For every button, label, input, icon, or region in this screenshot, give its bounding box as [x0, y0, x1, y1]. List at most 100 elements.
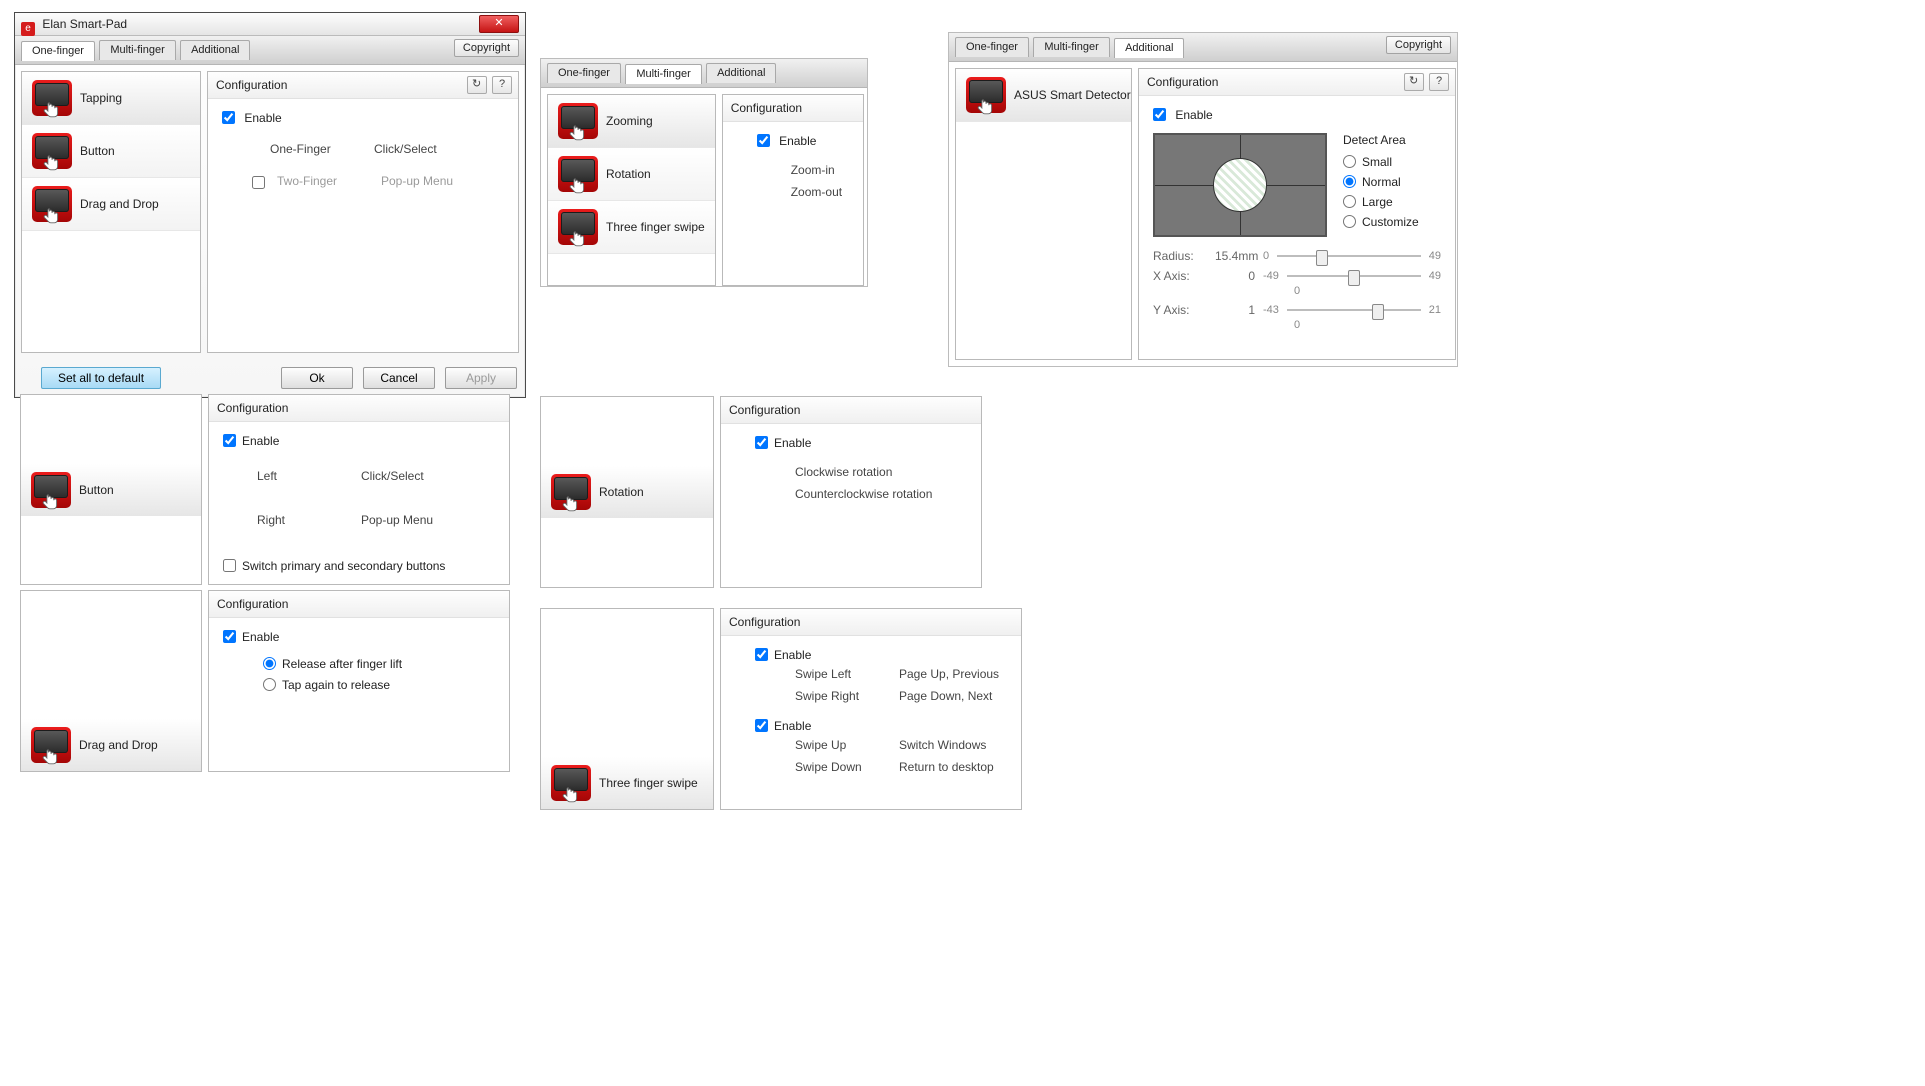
list-item-label: Rotation [606, 167, 651, 181]
config-title: Configuration [729, 615, 800, 629]
tab-multi-finger[interactable]: Multi-finger [99, 40, 175, 60]
ok-button[interactable]: Ok [281, 367, 353, 389]
help-icon[interactable]: ? [1429, 73, 1449, 91]
xaxis-slider[interactable]: X Axis: 0 -49 49 [1153, 269, 1441, 283]
list-item-smartdetector[interactable]: ASUS Smart Detector [956, 69, 1131, 122]
config-row: One-Finger Click/Select [222, 138, 504, 160]
touchpad-icon [966, 77, 1006, 113]
config-row: Swipe LeftPage Up, Previous [735, 663, 1007, 685]
radio-small[interactable]: Small [1343, 153, 1419, 170]
config-row: Clockwise rotation [735, 461, 967, 483]
touchpad-icon [31, 727, 71, 763]
config-row: Zoom-out [737, 181, 849, 203]
config-title: Configuration [1147, 75, 1218, 89]
list-item-button[interactable]: Button [21, 464, 201, 516]
list-item-tapping[interactable]: Tapping [22, 72, 200, 125]
list-item-label: Zooming [606, 114, 653, 128]
yaxis-slider[interactable]: Y Axis: 1 -43 21 [1153, 303, 1441, 317]
tab-multi-finger[interactable]: Multi-finger [625, 64, 701, 84]
enable-checkbox[interactable]: Enable [737, 132, 849, 149]
enable-checkbox[interactable]: Enable [735, 434, 967, 451]
button-config-panel: Button Configuration Enable LeftClick/Se… [20, 394, 510, 585]
config-title: Configuration [217, 401, 288, 415]
config-row: RightPop-up Menu [223, 509, 495, 531]
list-item-threeswipe[interactable]: Three finger swipe [548, 201, 715, 254]
detect-area-title: Detect Area [1343, 133, 1419, 147]
tab-one-finger[interactable]: One-finger [955, 37, 1029, 57]
touchpad-icon [551, 765, 591, 801]
enable-checkbox[interactable]: Enable [223, 630, 279, 644]
enable-checkbox[interactable]: Enable [223, 434, 279, 448]
list-item-label: Three finger swipe [606, 220, 705, 234]
feature-list: Tapping Button Drag and Drop [21, 71, 201, 353]
copyright-button[interactable]: Copyright [1386, 36, 1451, 54]
enable-checkbox[interactable]: Enable [735, 646, 1007, 663]
list-item-dragdrop[interactable]: Drag and Drop [22, 178, 200, 231]
config-title: Configuration [216, 78, 287, 92]
help-icon[interactable]: ? [492, 76, 512, 94]
rotation-config-panel: Rotation Configuration Enable Clockwise … [540, 396, 982, 588]
config-row: Two-Finger Pop-up Menu [222, 170, 504, 195]
reload-icon[interactable]: ↻ [467, 76, 487, 94]
cancel-button[interactable]: Cancel [363, 367, 435, 389]
list-item-zooming[interactable]: Zooming [548, 95, 715, 148]
radio-normal[interactable]: Normal [1343, 173, 1419, 190]
list-item-rotation[interactable]: Rotation [548, 148, 715, 201]
list-item-dragdrop[interactable]: Drag and Drop [21, 719, 201, 771]
config-row: Swipe UpSwitch Windows [735, 734, 1007, 756]
touchpad-icon [31, 472, 71, 508]
app-icon: e [21, 22, 35, 36]
copyright-button[interactable]: Copyright [454, 39, 519, 57]
configuration-panel: Configuration ↻ ? Enable One-Finger Clic… [207, 71, 519, 353]
list-item-label: Drag and Drop [80, 197, 159, 211]
list-item-label: ASUS Smart Detector [1014, 88, 1131, 102]
list-item-label: Three finger swipe [599, 776, 698, 790]
list-item-threeswipe[interactable]: Three finger swipe [541, 757, 713, 809]
touchpad-icon [32, 80, 72, 116]
enable-checkbox[interactable]: Enable [735, 717, 1007, 734]
tab-additional[interactable]: Additional [1114, 38, 1184, 58]
radio-release-lift[interactable]: Release after finger lift [263, 655, 495, 672]
tab-one-finger[interactable]: One-finger [21, 41, 95, 61]
radius-slider[interactable]: Radius: 15.4mm 0 49 [1153, 249, 1441, 263]
close-icon[interactable] [479, 15, 519, 33]
radio-tap-release[interactable]: Tap again to release [263, 676, 495, 693]
enable-checkbox[interactable]: Enable [1153, 108, 1213, 122]
apply-button[interactable]: Apply [445, 367, 517, 389]
list-item-label: Button [80, 144, 115, 158]
additional-window: One-finger Multi-finger Additional Copyr… [948, 32, 1458, 367]
tab-additional[interactable]: Additional [180, 40, 250, 60]
touchpad-icon [558, 209, 598, 245]
enable-checkbox[interactable]: Enable [222, 111, 282, 125]
list-item-label: Button [79, 483, 114, 497]
config-title: Configuration [731, 101, 802, 115]
tabstrip: One-finger Multi-finger Additional Copyr… [15, 36, 525, 65]
config-row: LeftClick/Select [223, 465, 495, 487]
dragdrop-config-panel: Drag and Drop Configuration Enable Relea… [20, 590, 510, 772]
touchpad-icon [32, 133, 72, 169]
reload-icon[interactable]: ↻ [1404, 73, 1424, 91]
touchpad-icon [558, 156, 598, 192]
list-item-label: Tapping [80, 91, 122, 105]
config-row: Zoom-in [737, 159, 849, 181]
set-default-button[interactable]: Set all to default [41, 367, 161, 389]
tab-additional[interactable]: Additional [706, 63, 776, 83]
detect-area-preview [1153, 133, 1327, 237]
list-item-label: Drag and Drop [79, 738, 158, 752]
config-row: Swipe DownReturn to desktop [735, 756, 1007, 778]
radio-customize[interactable]: Customize [1343, 213, 1419, 230]
config-row: Counterclockwise rotation [735, 483, 967, 505]
switch-buttons-checkbox[interactable]: Switch primary and secondary buttons [223, 557, 495, 574]
window-title: Elan Smart-Pad [42, 17, 127, 31]
touchpad-icon [551, 474, 591, 510]
tab-one-finger[interactable]: One-finger [547, 63, 621, 83]
radio-large[interactable]: Large [1343, 193, 1419, 210]
list-item-button[interactable]: Button [22, 125, 200, 178]
titlebar: e Elan Smart-Pad [15, 13, 525, 36]
tab-multi-finger[interactable]: Multi-finger [1033, 37, 1109, 57]
two-finger-checkbox[interactable] [252, 176, 265, 189]
config-title: Configuration [217, 597, 288, 611]
list-item-rotation[interactable]: Rotation [541, 466, 713, 518]
touchpad-icon [558, 103, 598, 139]
config-title: Configuration [729, 403, 800, 417]
